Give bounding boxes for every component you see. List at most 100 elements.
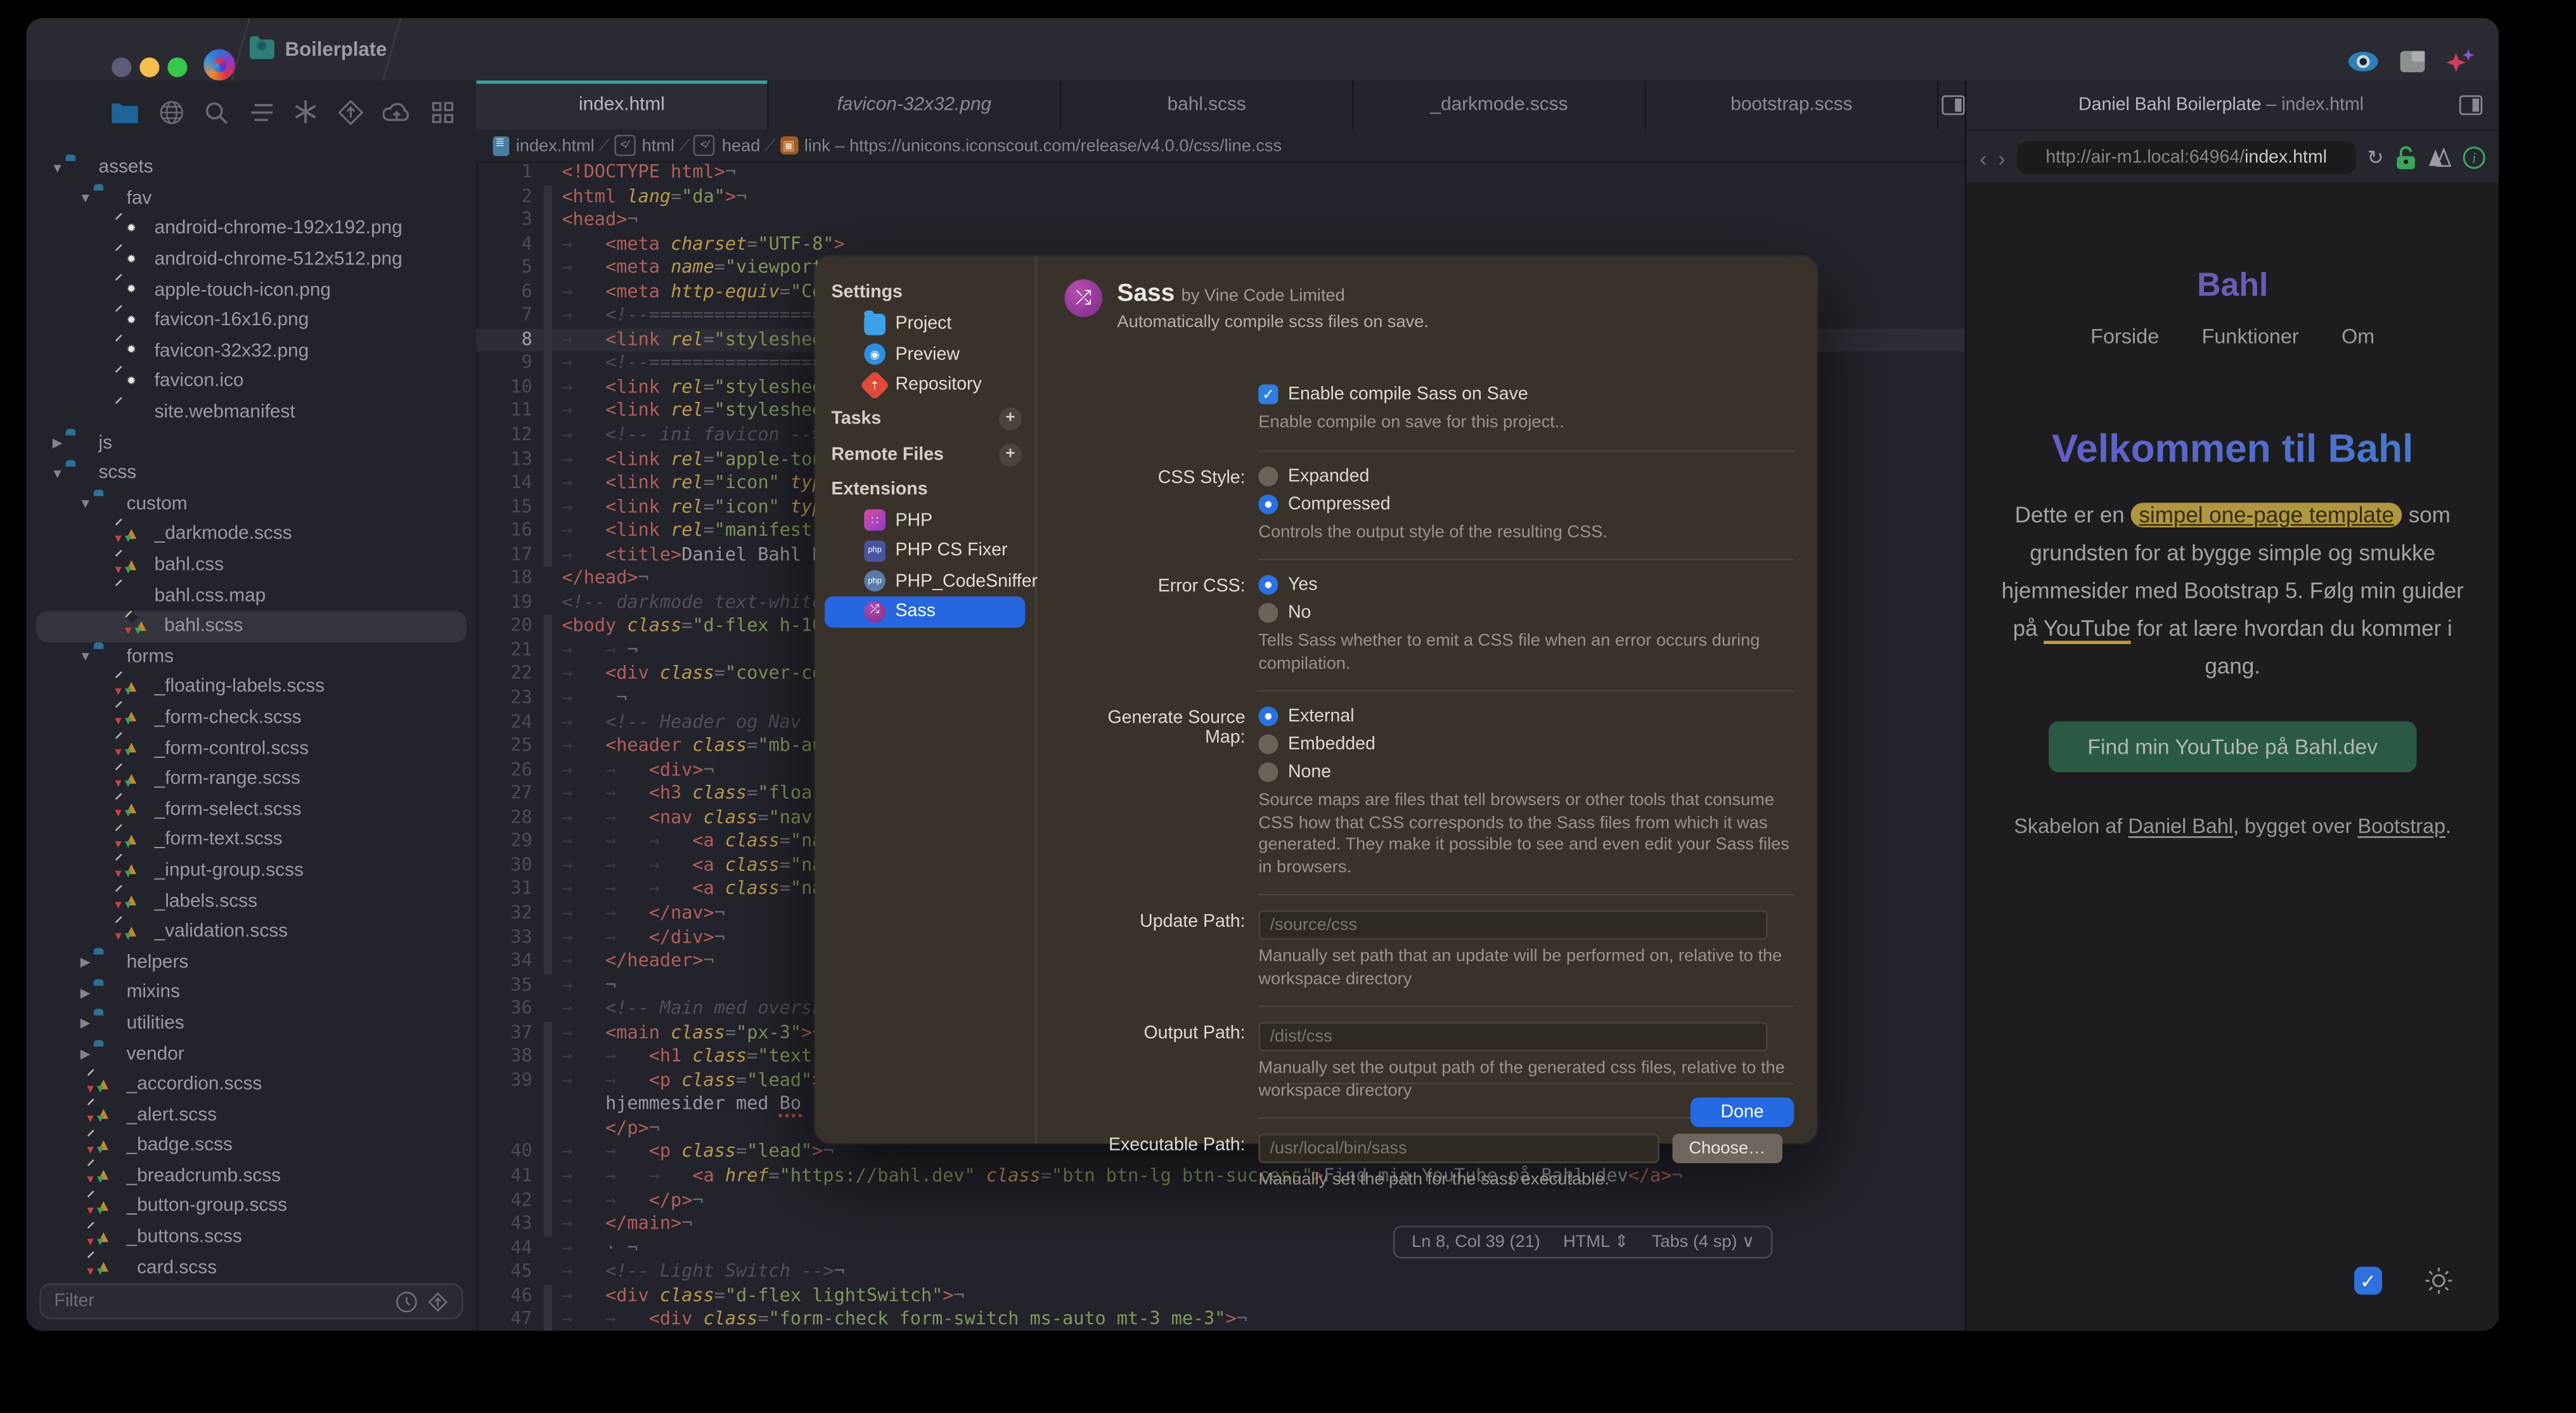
chevron-down-icon[interactable]: ▼	[77, 497, 94, 512]
tree-folder-row[interactable]: ▶js	[26, 428, 476, 458]
minimize-button[interactable]	[139, 58, 159, 77]
youtube-link[interactable]: YouTube	[2044, 616, 2131, 644]
tree-file-row[interactable]: _form-range.scss	[26, 764, 476, 794]
tree-file-row[interactable]: _darkmode.scss	[26, 519, 476, 550]
chevron-down-icon[interactable]: ▼	[49, 160, 66, 175]
chevron-right-icon[interactable]: ▶	[49, 436, 66, 450]
url-bar[interactable]: http://air-m1.local:64964/index.html	[2017, 141, 2356, 174]
tree-file-row[interactable]: android-chrome-512x512.png	[26, 245, 476, 275]
site-nav-link-forside[interactable]: Forside	[2090, 325, 2159, 348]
radio-option[interactable]: External	[1258, 706, 1794, 726]
settings-nav-item-preview[interactable]: ◉Preview	[825, 339, 1025, 370]
chevron-down-icon[interactable]: ▼	[77, 650, 94, 664]
path-input[interactable]: /source/css	[1258, 910, 1767, 940]
search-icon[interactable]	[204, 100, 229, 124]
tab-size-selector[interactable]: Tabs (4 sp) ∨	[1652, 1232, 1755, 1252]
forward-button[interactable]: ›	[1999, 145, 2006, 170]
editor-tab-bahl-scss[interactable]: bahl.scss	[1061, 81, 1353, 130]
radio-icon[interactable]	[1258, 575, 1278, 595]
layout-icon[interactable]	[2400, 51, 2425, 72]
tree-file-row[interactable]: bahl.css	[26, 550, 476, 581]
tree-file-row[interactable]: _form-text.scss	[26, 825, 476, 855]
settings-nav-item-repository[interactable]: ⇡Repository	[825, 370, 1025, 400]
tree-file-row[interactable]: _card.scss	[26, 1253, 476, 1275]
tree-folder-row[interactable]: ▼assets	[26, 153, 476, 183]
sparkles-icon[interactable]	[2446, 49, 2476, 74]
breadcrumb-segment[interactable]: ▣link – https://unicons.iconscout.com/re…	[780, 136, 1282, 155]
radio-icon[interactable]	[1258, 603, 1278, 623]
tree-file-row[interactable]: _alert.scss	[26, 1100, 476, 1130]
settings-nav-item-php[interactable]: ∷PHP	[825, 505, 1025, 536]
tree-file-row[interactable]: _form-check.scss	[26, 702, 476, 733]
breadcrumb-segment[interactable]: <∕head	[694, 135, 761, 157]
preview-eye-icon[interactable]	[2348, 51, 2379, 72]
tree-file-row[interactable]: _input-group.scss	[26, 855, 476, 886]
tree-file-row[interactable]: favicon-32x32.png	[26, 336, 476, 366]
tree-file-row[interactable]: _validation.scss	[26, 917, 476, 947]
radio-icon[interactable]	[1258, 706, 1278, 726]
filter-input[interactable]: Filter	[39, 1283, 463, 1319]
tree-file-row[interactable]: apple-touch-icon.png	[26, 275, 476, 306]
radio-option[interactable]: Expanded	[1258, 466, 1794, 486]
radio-icon[interactable]	[1258, 494, 1278, 513]
grid-icon[interactable]	[432, 101, 453, 122]
chevron-down-icon[interactable]: ▼	[77, 191, 94, 206]
chevron-right-icon[interactable]: ▶	[77, 986, 94, 1000]
tree-folder-row[interactable]: ▶mixins	[26, 977, 476, 1008]
add-button[interactable]: +	[999, 442, 1022, 465]
info-icon[interactable]: i	[2463, 146, 2485, 169]
radio-option[interactable]: Embedded	[1258, 735, 1794, 754]
tree-file-row[interactable]: site.webmanifest	[26, 397, 476, 428]
editor-tab--darkmode-scss[interactable]: _darkmode.scss	[1354, 81, 1646, 130]
editor-tab-bootstrap-scss[interactable]: bootstrap.scss	[1646, 81, 1938, 130]
done-button[interactable]: Done	[1690, 1097, 1794, 1127]
radio-option[interactable]: None	[1258, 763, 1794, 782]
zoom-button[interactable]	[167, 58, 187, 77]
choose-button[interactable]: Choose…	[1672, 1133, 1782, 1163]
recent-clock-icon[interactable]	[396, 1291, 418, 1312]
tree-folder-row[interactable]: ▶vendor	[26, 1039, 476, 1069]
chevron-right-icon[interactable]: ▶	[77, 955, 94, 969]
tree-folder-row[interactable]: ▼custom	[26, 489, 476, 519]
radio-icon[interactable]	[1258, 466, 1278, 486]
radio-option[interactable]: No	[1258, 603, 1794, 623]
tree-file-row[interactable]: _button-group.scss	[26, 1192, 476, 1222]
checkbox-option[interactable]: ✓Enable compile Sass on Save	[1258, 384, 1794, 404]
youtube-button[interactable]: Find min YouTube på Bahl.dev	[2049, 721, 2417, 772]
close-button[interactable]	[112, 58, 131, 77]
asterisk-icon[interactable]	[293, 100, 316, 123]
files-icon[interactable]	[112, 100, 138, 123]
project-title-tab[interactable]: Boilerplate	[243, 18, 394, 81]
editor-tab-favicon-32x32-png[interactable]: favicon-32x32.png	[769, 81, 1061, 130]
tree-file-row[interactable]: android-chrome-192x192.png	[26, 214, 476, 244]
tree-file-row[interactable]: bahl.scss	[36, 611, 467, 642]
breadcrumb-segment[interactable]: <∕html	[614, 135, 674, 157]
path-input[interactable]: /usr/local/bin/sass	[1258, 1133, 1659, 1163]
sort-diamond-icon[interactable]	[427, 1291, 449, 1312]
site-nav-link-funktioner[interactable]: Funktioner	[2202, 325, 2299, 348]
symbols-icon[interactable]	[250, 101, 273, 122]
settings-nav-item-project[interactable]: Project	[825, 309, 1025, 339]
preview-split-icon[interactable]	[2459, 95, 2482, 115]
tree-file-row[interactable]: _form-control.scss	[26, 733, 476, 764]
appearance-icon[interactable]	[2428, 148, 2451, 167]
settings-nav-item-php-cs-fixer[interactable]: phpPHP CS Fixer	[825, 536, 1025, 566]
back-button[interactable]: ‹	[1980, 145, 1987, 170]
settings-nav-item-sass[interactable]: ⤮Sass	[825, 597, 1025, 627]
globe-icon[interactable]	[159, 100, 184, 124]
reload-icon[interactable]: ↻	[2367, 146, 2384, 169]
cloud-upload-icon[interactable]	[383, 101, 411, 122]
highlighted-link[interactable]: simpel one-page template	[2130, 503, 2402, 527]
unlocked-padlock-icon[interactable]	[2395, 145, 2417, 170]
settings-nav-item-php-codesniffer[interactable]: phpPHP_CodeSniffer	[825, 566, 1025, 597]
editor-tab-index-html[interactable]: index.html	[477, 81, 769, 130]
tree-file-row[interactable]: _floating-labels.scss	[26, 672, 476, 702]
source-icon[interactable]	[338, 100, 363, 124]
tree-file-row[interactable]: favicon.ico	[26, 366, 476, 397]
tree-folder-row[interactable]: ▼scss	[26, 458, 476, 489]
tree-file-row[interactable]: _badge.scss	[26, 1130, 476, 1161]
tree-file-row[interactable]: _labels.scss	[26, 886, 476, 917]
tree-file-row[interactable]: _breadcrumb.scss	[26, 1161, 476, 1191]
lightswitch-checkbox[interactable]: ✓	[2354, 1267, 2382, 1294]
checkbox-icon[interactable]: ✓	[1258, 384, 1278, 404]
